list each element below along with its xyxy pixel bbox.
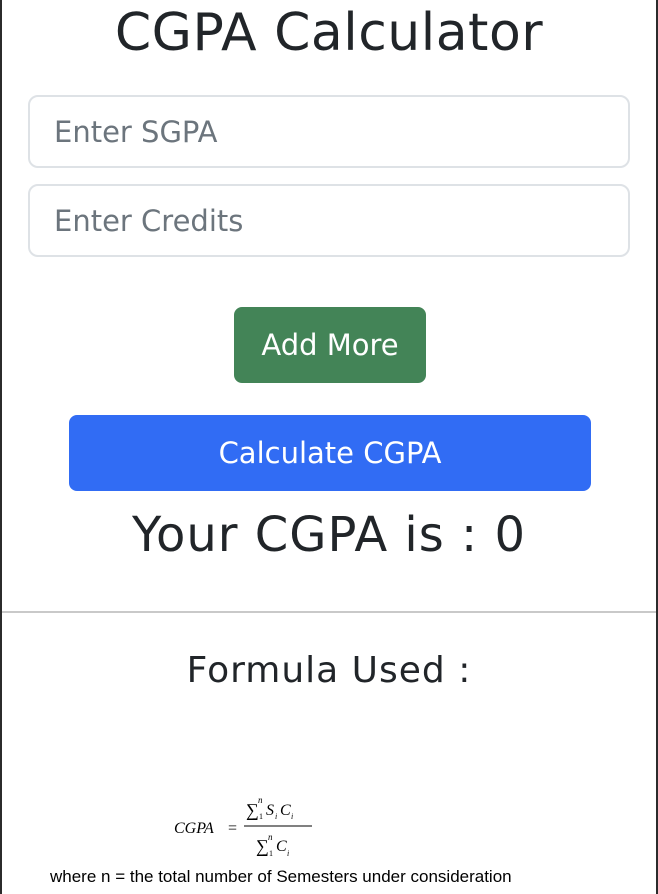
section-divider — [2, 611, 656, 613]
formula-heading: Formula Used : — [186, 650, 472, 691]
numerator-sigma: ∑ — [246, 800, 259, 820]
formula-lhs: CGPA — [174, 820, 214, 837]
numerator-lower: 1 — [259, 812, 263, 821]
add-more-button[interactable]: Add More — [234, 307, 426, 383]
denominator-c: C — [276, 838, 287, 855]
denominator-lower: 1 — [269, 849, 273, 858]
cgpa-result: Your CGPA is : 0 — [132, 507, 526, 563]
denominator-c-sub: i — [287, 849, 289, 858]
formula-footnote: where n = the total number of Semesters … — [50, 867, 512, 886]
numerator-s-sub: i — [275, 812, 277, 821]
credits-input[interactable] — [28, 184, 630, 257]
numerator-upper: n — [258, 795, 263, 805]
calculate-cgpa-button[interactable]: Calculate CGPA — [69, 415, 591, 491]
numerator-c: C — [280, 802, 291, 819]
sgpa-input[interactable] — [28, 95, 630, 168]
formula-equals: = — [228, 820, 237, 837]
numerator-c-sub: i — [291, 812, 293, 821]
denominator-upper: n — [268, 832, 273, 842]
denominator-sigma: ∑ — [256, 836, 269, 856]
page-title: CGPA Calculator — [114, 3, 544, 63]
cgpa-formula-image: CGPA = ∑ n 1 S i C i ∑ n 1 C i — [174, 795, 312, 858]
window-left-border — [0, 0, 2, 894]
numerator-s: S — [266, 802, 274, 819]
